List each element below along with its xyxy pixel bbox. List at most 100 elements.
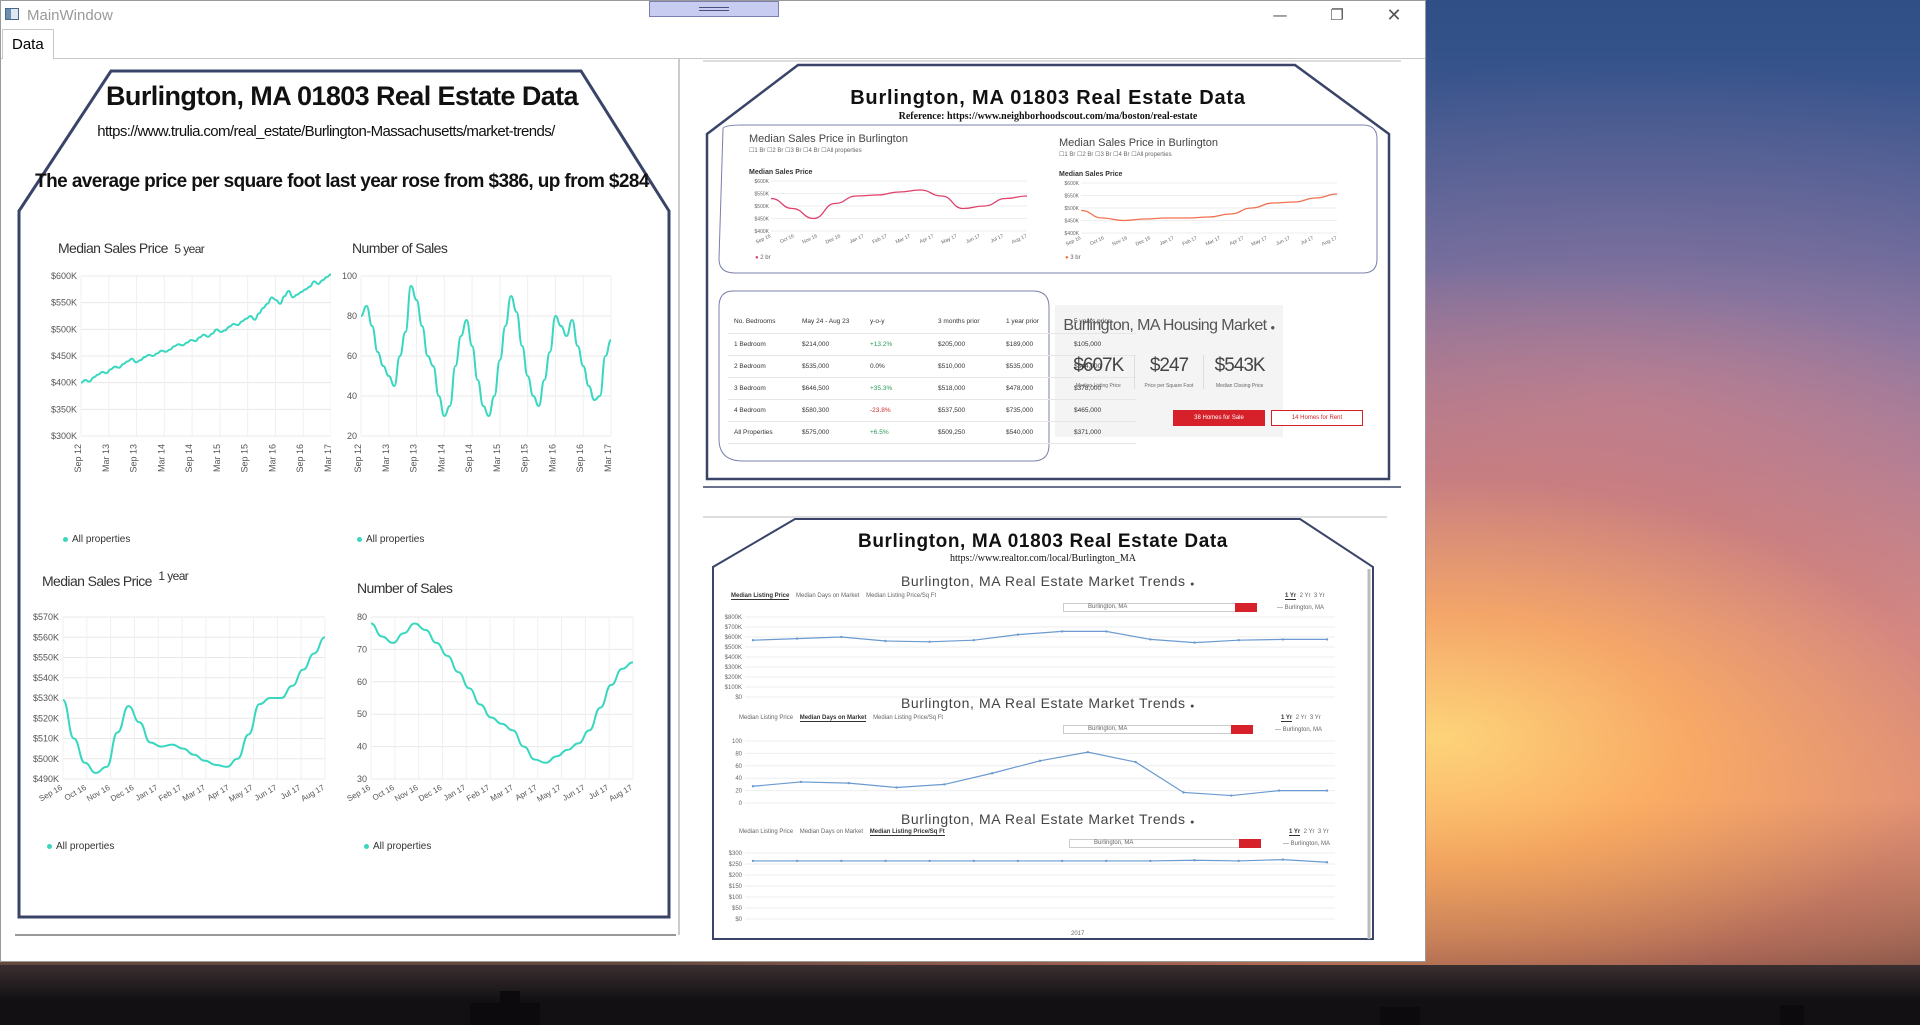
table-cell: $540,000 [1000, 421, 1068, 444]
trend1-location-input[interactable]: Burlington, MA [1063, 603, 1243, 612]
x-tick-label: Oct 16 [63, 783, 88, 803]
table-cell: $510,000 [932, 355, 1000, 378]
trend3-tabs[interactable]: Median Listing Price Median Days on Mark… [739, 829, 945, 836]
y-tick-label: 70 [357, 644, 367, 654]
table-cell: $214,000 [796, 333, 864, 356]
x-tick-label: Apr 17 [514, 783, 539, 803]
ns-right-filters[interactable]: ☐1 Br ☐2 Br ☐3 Br ☐4 Br ☐All properties [1059, 151, 1172, 158]
x-tick-label: Jan 17 [849, 233, 865, 245]
y-tick-label: $300K [51, 431, 77, 441]
trend3-location-input[interactable]: Burlington, MA [1069, 839, 1249, 848]
y-tick-label: 20 [347, 431, 357, 441]
data-point [795, 637, 799, 640]
table-cell: $735,000 [1000, 399, 1068, 422]
x-tick-label: Oct 16 [1089, 235, 1105, 247]
y-tick-label: $150 [729, 884, 743, 890]
realtor-panel: Burlington, MA 01803 Real Estate Data ht… [703, 489, 1403, 941]
x-tick-label: Apr 17 [919, 233, 935, 245]
trend2-location-input[interactable]: Burlington, MA [1063, 725, 1243, 734]
homes-for-rent-button[interactable]: 14 Homes for Rent [1271, 410, 1363, 426]
x-tick-label: Aug 17 [1321, 235, 1338, 247]
y-tick-label: $200K [725, 675, 742, 681]
ns-left-filters[interactable]: ☐1 Br ☐2 Br ☐3 Br ☐4 Br ☐All properties [749, 147, 862, 154]
x-tick-label: Jan 17 [1159, 235, 1175, 247]
trend2-range[interactable]: 1 Yr 2 Yr 3 Yr [1281, 715, 1321, 722]
x-tick-label: Sep 16 [755, 233, 772, 245]
data-point [1134, 760, 1137, 764]
trend2-search-button[interactable] [1231, 725, 1253, 734]
x-tick-label: Sep 16 [38, 783, 65, 804]
ns-left-sub: Median Sales Price [749, 169, 813, 176]
x-tick-label: May 17 [535, 783, 563, 804]
x-tick-label: Mar 17 [1205, 235, 1222, 247]
x-tick-label: Mar 17 [603, 444, 613, 472]
series-line [752, 751, 1327, 797]
chart4-title: Number of Sales [357, 580, 453, 596]
series-line [80, 273, 331, 384]
close-button[interactable]: ✕ [1371, 1, 1417, 29]
data-point [1105, 630, 1108, 633]
trend3-range[interactable]: 1 Yr 2 Yr 3 Yr [1289, 829, 1329, 836]
x-tick-label: Dec 16 [825, 233, 842, 245]
tab-data[interactable]: Data [2, 29, 54, 60]
trend1-legend: — Burlington, MA [1277, 605, 1325, 611]
y-tick-label: $560K [33, 632, 59, 642]
y-tick-label: $350K [51, 404, 77, 414]
y-tick-label: $450K [755, 217, 770, 223]
data-point [1193, 859, 1196, 862]
realtor-url[interactable]: https://www.realtor.com/local/Burlington… [703, 553, 1383, 564]
trend1-range[interactable]: 1 Yr 2 Yr 3 Yr [1285, 593, 1325, 600]
x-tick-label: Feb 17 [872, 233, 889, 245]
drag-handle[interactable] [649, 1, 779, 17]
data-point [1325, 789, 1329, 792]
trulia-headline: The average price per square foot last y… [35, 171, 649, 192]
table-cell: 1 Bedroom [728, 333, 796, 356]
data-point [1325, 638, 1329, 641]
x-tick-label: Sep 15 [240, 444, 250, 473]
data-point [751, 785, 755, 788]
trend1-tabs[interactable]: Median Listing Price Median Days on Mark… [731, 593, 936, 600]
x-tick-label: Apr 17 [1229, 235, 1245, 247]
y-tick-label: $50 [732, 906, 743, 912]
x-tick-label: Mar 13 [101, 444, 111, 472]
trend3-search-button[interactable] [1239, 839, 1261, 848]
data-point [840, 859, 843, 863]
trend2-title: Burlington, MA Real Estate Market Trends… [900, 695, 1195, 711]
trend3-chart: $300 $250 $200 $150 $100 $50 $0 [729, 851, 1335, 923]
y-tick-label: 60 [347, 351, 357, 361]
ns-left-chart: $600K$550K$500K$450K$400KSep 16 Oct 16 Nov… [755, 179, 1029, 246]
table-cell: 2 Bedroom [728, 355, 796, 378]
ns-reference[interactable]: Reference: https://www.neighborhoodscout… [703, 111, 1393, 122]
table-cell: $535,000 [796, 355, 864, 378]
x-tick-label: Apr 17 [206, 783, 231, 803]
table-cell: $371,000 [1068, 421, 1136, 444]
x-tick-label: Sep 14 [464, 444, 474, 473]
data-point [1237, 859, 1240, 863]
x-tick-label: Jul 17 [279, 783, 302, 802]
trend1-title: Burlington, MA Real Estate Market Trends… [900, 573, 1195, 589]
data-point [928, 859, 931, 863]
x-tick-label: Mar 14 [436, 444, 446, 472]
maximize-button[interactable]: ❐ [1314, 1, 1360, 29]
minimize-button[interactable]: — [1257, 1, 1303, 29]
y-tick-label: $500K [33, 754, 59, 764]
trend2-tabs[interactable]: Median Listing Price Median Days on Mark… [739, 715, 943, 722]
x-tick-label: Aug 17 [1011, 233, 1028, 245]
trend1-search-button[interactable] [1235, 603, 1257, 612]
y-tick-label: $570K [33, 612, 59, 622]
y-tick-label: 100 [342, 271, 357, 281]
x-tick-label: Mar 13 [381, 444, 391, 472]
data-point [1016, 859, 1020, 863]
homes-for-sale-button[interactable]: 38 Homes for Sale [1173, 410, 1265, 426]
x-tick-label: Sep 12 [73, 444, 83, 473]
table-cell: $518,000 [932, 377, 1000, 400]
x-tick-label: Jun 17 [965, 233, 981, 245]
tab-strip: Data [1, 29, 1425, 60]
x-tick-label: Jun 17 [253, 783, 279, 803]
x-tick-label: Oct 16 [371, 783, 396, 803]
title-bar[interactable]: MainWindow — ❐ ✕ [1, 1, 1425, 29]
trulia-url[interactable]: https://www.trulia.com/real_estate/Burli… [1, 123, 651, 140]
data-point [751, 639, 755, 642]
ns-left-chart-title: Median Sales Price in Burlington [749, 133, 908, 145]
x-tick-label: Dec 16 [1135, 235, 1152, 247]
